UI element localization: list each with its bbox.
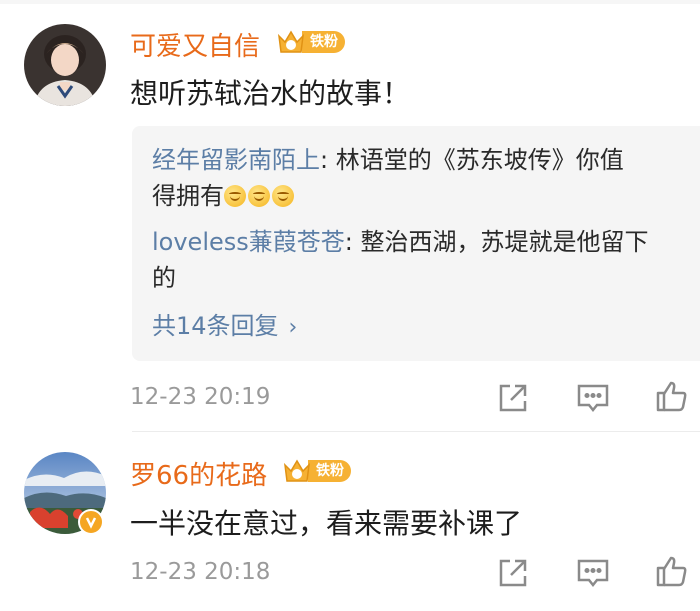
chevron-right-icon: › [288, 315, 298, 340]
more-replies-label: 共14条回复 [152, 312, 279, 340]
comment-text: 一半没在意过，看来需要补课了 [130, 507, 523, 540]
reply-text: : 林语堂的《苏东坡传》你值 [320, 146, 624, 174]
comment-icon[interactable] [576, 556, 610, 590]
username[interactable]: 罗66的花路 [130, 455, 267, 492]
smile-emoji-icon [248, 185, 270, 207]
username[interactable]: 可爱又自信 [130, 26, 260, 63]
fan-badge[interactable]: 铁粉 [276, 28, 345, 56]
comment-text: 想听苏轼治水的故事！ [130, 77, 411, 110]
crown-icon [276, 28, 306, 56]
reply-text-cont: 的 [152, 264, 176, 292]
timestamp: 12-23 20:18 [130, 559, 271, 585]
reply-text-cont: 得拥有 [152, 182, 224, 210]
reply-thread[interactable]: 经年留影南陌上: 林语堂的《苏东坡传》你值 得拥有 loveless蒹葭苍苍: … [132, 126, 700, 361]
crown-icon [282, 457, 312, 485]
badge-label: 铁粉 [302, 31, 345, 53]
reply-item[interactable]: loveless蒹葭苍苍: 整治西湖，苏堤就是他留下 的 [152, 224, 648, 296]
reply-author[interactable]: 经年留影南陌上 [152, 146, 320, 174]
comment-divider [132, 431, 700, 432]
share-icon[interactable] [496, 556, 530, 590]
avatar[interactable] [24, 24, 106, 106]
smile-emoji-icon [272, 185, 294, 207]
top-divider [0, 0, 700, 4]
reply-author[interactable]: loveless蒹葭苍苍 [152, 228, 345, 256]
verified-icon [78, 509, 104, 535]
timestamp: 12-23 20:19 [130, 384, 271, 410]
smile-emoji-icon [224, 185, 246, 207]
more-replies-link[interactable]: 共14条回复 › [152, 306, 297, 341]
fan-badge[interactable]: 铁粉 [282, 457, 351, 485]
like-icon[interactable] [655, 379, 689, 413]
badge-label: 铁粉 [308, 460, 351, 482]
comment-icon[interactable] [576, 381, 610, 415]
reply-item[interactable]: 经年留影南陌上: 林语堂的《苏东坡传》你值 得拥有 [152, 142, 624, 214]
share-icon[interactable] [496, 381, 530, 415]
reply-text: : 整治西湖，苏堤就是他留下 [344, 228, 649, 256]
like-icon[interactable] [655, 554, 689, 588]
